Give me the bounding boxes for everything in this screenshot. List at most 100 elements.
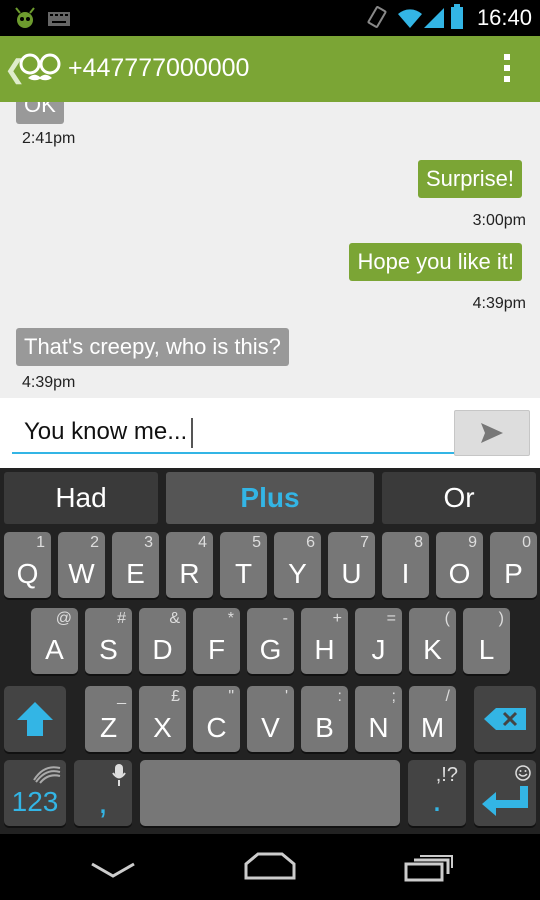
period-key-label: . xyxy=(432,781,442,819)
navigation-bar xyxy=(0,834,540,900)
swiftkey-logo-icon xyxy=(33,766,61,784)
nav-home-icon[interactable] xyxy=(244,852,296,880)
enter-key[interactable] xyxy=(474,760,536,826)
suggestion-item[interactable]: Had xyxy=(4,472,158,524)
message-bubble-incoming: OK xyxy=(16,102,64,124)
key-m[interactable]: / M xyxy=(409,686,456,752)
key-a[interactable]: @ A xyxy=(31,608,78,674)
key-secondary-label: 3 xyxy=(144,534,153,551)
key-secondary-label: 1 xyxy=(36,534,45,551)
key-g[interactable]: -G xyxy=(247,608,294,674)
key-s[interactable]: # S xyxy=(85,608,132,674)
key-secondary-label: ) xyxy=(498,610,504,627)
message-timestamp: 3:00pm xyxy=(472,212,526,229)
key-h[interactable]: + H xyxy=(301,608,348,674)
key-x[interactable]: £ X xyxy=(139,686,186,752)
comma-key-label: , xyxy=(98,783,108,821)
key-secondary-label: 6 xyxy=(306,534,315,551)
key-n[interactable]: ; N xyxy=(355,686,402,752)
keyboard-icon xyxy=(48,12,70,26)
nav-recents-icon[interactable] xyxy=(404,854,454,882)
period-key[interactable]: ,!? . xyxy=(408,760,466,826)
key-secondary-label: - xyxy=(282,610,288,627)
message-input[interactable]: You know me... xyxy=(12,414,454,454)
key-i[interactable]: 8I xyxy=(382,532,429,598)
key-label: Z xyxy=(99,712,118,743)
contact-title: +447777000000 xyxy=(68,54,250,82)
enter-arrow-icon xyxy=(482,786,528,816)
backspace-key[interactable] xyxy=(474,686,536,752)
key-l[interactable]: ) L xyxy=(463,608,510,674)
key-secondary-label: * xyxy=(227,610,234,627)
message-bubble-outgoing: Hope you like it! xyxy=(349,243,522,281)
key-y[interactable]: 6Y xyxy=(274,532,321,598)
key-secondary-label: " xyxy=(228,688,234,705)
rotate-icon xyxy=(367,6,387,28)
status-bar: 16:40 xyxy=(0,0,540,36)
key-k[interactable]: (K xyxy=(409,608,456,674)
key-label: B xyxy=(315,712,334,743)
smiley-icon xyxy=(515,765,531,781)
shift-key[interactable] xyxy=(4,686,66,752)
key-label: O xyxy=(448,558,471,589)
key-label: L xyxy=(478,634,495,665)
status-time: 16:40 xyxy=(476,5,532,30)
message-list[interactable]: OK 2:41pm Surprise! 3:00pm Hope you like… xyxy=(0,102,540,398)
message-timestamp: 2:41pm xyxy=(22,130,76,147)
send-button[interactable] xyxy=(454,410,530,456)
key-w[interactable]: 2W xyxy=(58,532,105,598)
key-label: M xyxy=(420,712,445,743)
key-label: F xyxy=(207,634,226,665)
key-label: A xyxy=(45,634,64,665)
key-label: V xyxy=(261,712,280,743)
key-secondary-label: 5 xyxy=(252,534,261,551)
key-p[interactable]: 0P xyxy=(490,532,537,598)
debug-bug-icon xyxy=(15,7,35,28)
key-label: Y xyxy=(288,558,307,589)
key-c[interactable]: " C xyxy=(193,686,240,752)
key-secondary-label: @ xyxy=(55,610,72,627)
key-u[interactable]: 7U xyxy=(328,532,375,598)
key-secondary-label: ' xyxy=(284,688,288,705)
key-secondary-label: / xyxy=(445,688,450,705)
key-secondary-label: : xyxy=(337,688,342,705)
key-label: I xyxy=(401,558,410,589)
key-secondary-label: _ xyxy=(117,688,126,705)
text-cursor xyxy=(191,417,194,448)
key-label: H xyxy=(314,634,335,665)
key-z[interactable]: _ Z xyxy=(85,686,132,752)
key-secondary-label: ; xyxy=(391,688,396,705)
key-label: G xyxy=(259,634,282,665)
space-key[interactable] xyxy=(140,760,400,826)
key-label: N xyxy=(368,712,389,743)
key-f[interactable]: * F xyxy=(193,608,240,674)
key-secondary-label: 8 xyxy=(414,534,423,551)
suggestion-item[interactable]: Or xyxy=(382,472,536,524)
key-o[interactable]: 9O xyxy=(436,532,483,598)
overflow-menu-icon[interactable] xyxy=(504,54,510,87)
key-b[interactable]: :B xyxy=(301,686,348,752)
key-label: T xyxy=(234,558,253,589)
key-secondary-label: ( xyxy=(444,610,450,627)
key-label: P xyxy=(504,558,523,589)
comma-key[interactable]: , xyxy=(74,760,132,826)
compose-bar: You know me... xyxy=(0,398,540,468)
key-j[interactable]: = J xyxy=(355,608,402,674)
key-label: D xyxy=(152,634,173,665)
key-t[interactable]: 5T xyxy=(220,532,267,598)
send-icon xyxy=(481,423,503,443)
key-e[interactable]: 3E xyxy=(112,532,159,598)
key-r[interactable]: 4R xyxy=(166,532,213,598)
suggestion-item-primary[interactable]: Plus xyxy=(166,472,374,524)
key-secondary-label: £ xyxy=(171,688,180,705)
spy-glasses-icon[interactable] xyxy=(18,50,62,86)
message-input-value: You know me... xyxy=(24,418,188,445)
key-q[interactable]: 1Q xyxy=(4,532,51,598)
key-v[interactable]: ' V xyxy=(247,686,294,752)
numbers-key[interactable]: 123 xyxy=(4,760,66,826)
nav-back-icon[interactable] xyxy=(90,862,136,878)
key-d[interactable]: & D xyxy=(139,608,186,674)
key-label: X xyxy=(153,712,172,743)
key-label: E xyxy=(126,558,145,589)
signal-icon xyxy=(424,8,444,28)
